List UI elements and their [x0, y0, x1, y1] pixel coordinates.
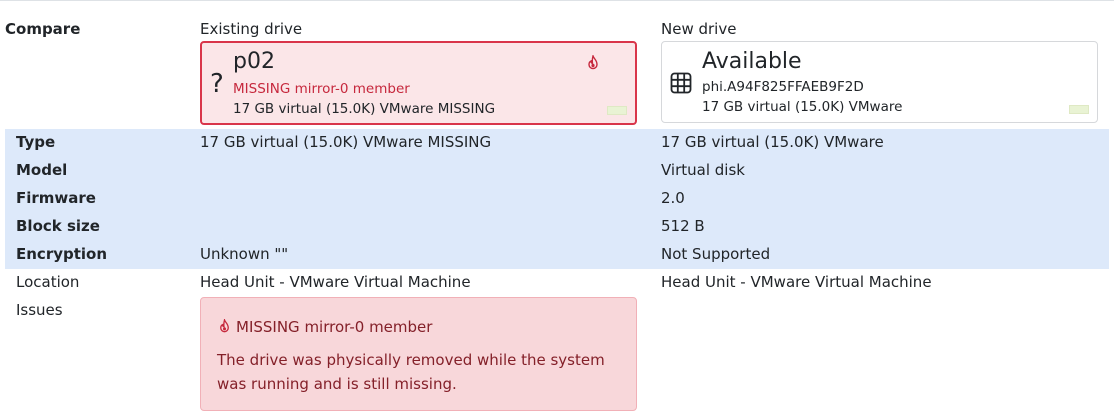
- activity-indicator: [607, 106, 627, 115]
- row-model: Model Virtual disk: [5, 157, 1109, 185]
- row-location: Location Head Unit - VMware Virtual Mach…: [5, 269, 1109, 297]
- top-divider: [0, 0, 1114, 1]
- new-drive-card[interactable]: Available phi.A94F825FFAEB9F2D 17 GB vir…: [661, 41, 1098, 123]
- existing-value: 17 GB virtual (15.0K) VMware MISSING: [200, 133, 492, 151]
- row-label: Model: [16, 161, 68, 179]
- existing-drive-card[interactable]: ? p02 MISSING mirror-0 member 17 GB virt…: [200, 41, 637, 125]
- row-label: Location: [16, 273, 80, 291]
- new-value: Not Supported: [661, 245, 771, 263]
- unknown-drive-icon: ?: [210, 69, 224, 99]
- new-drive-info: 17 GB virtual (15.0K) VMware: [702, 99, 903, 115]
- new-value: 512 B: [661, 217, 705, 235]
- row-label: Issues: [16, 301, 63, 319]
- existing-drive-status: MISSING mirror-0 member: [233, 81, 410, 97]
- new-value: Head Unit - VMware Virtual Machine: [661, 273, 932, 291]
- new-value: 2.0: [661, 189, 685, 207]
- issue-title-text: MISSING mirror-0 member: [236, 318, 433, 336]
- new-drive-heading: New drive: [661, 20, 737, 38]
- new-drive-name: Available: [702, 49, 802, 74]
- row-block-size: Block size 512 B: [5, 213, 1109, 241]
- row-firmware: Firmware 2.0: [5, 185, 1109, 213]
- existing-drive-heading: Existing drive: [200, 20, 303, 38]
- issue-description: The drive was physically removed while t…: [217, 351, 605, 393]
- activity-indicator: [1069, 105, 1089, 114]
- issue-alert: MISSING mirror-0 member The drive was ph…: [200, 297, 637, 411]
- issue-title: MISSING mirror-0 member: [217, 318, 432, 336]
- grid-icon: [670, 72, 692, 94]
- new-value: Virtual disk: [661, 161, 745, 179]
- row-label: Firmware: [16, 189, 96, 207]
- fire-icon: [220, 319, 229, 333]
- new-drive-serial: phi.A94F825FFAEB9F2D: [702, 79, 864, 95]
- existing-value: Head Unit - VMware Virtual Machine: [200, 273, 471, 291]
- compare-label: Compare: [5, 20, 81, 38]
- row-label: Type: [16, 133, 56, 151]
- existing-drive-info: 17 GB virtual (15.0K) VMware MISSING: [233, 101, 496, 117]
- row-label: Block size: [16, 217, 100, 235]
- new-value: 17 GB virtual (15.0K) VMware: [661, 133, 884, 151]
- row-type: Type 17 GB virtual (15.0K) VMware MISSIN…: [5, 129, 1109, 157]
- fire-icon: [588, 55, 598, 70]
- row-encryption: Encryption Unknown "" Not Supported: [5, 241, 1109, 269]
- row-label: Encryption: [16, 245, 108, 263]
- existing-value: Unknown "": [200, 245, 289, 263]
- existing-drive-name: p02: [233, 49, 275, 74]
